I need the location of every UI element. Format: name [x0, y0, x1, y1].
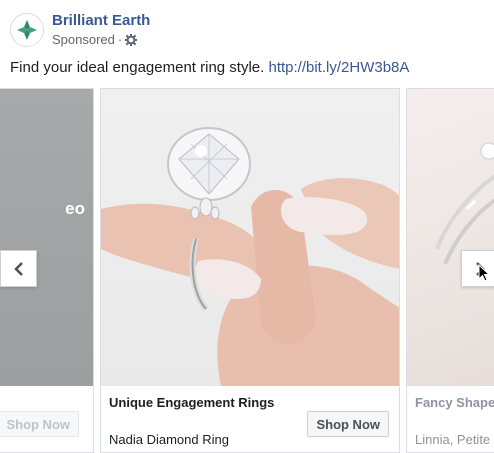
- gear-icon[interactable]: [125, 34, 138, 46]
- post-header: Brilliant Earth Sponsored ·: [10, 10, 150, 50]
- ring-photo: [435, 142, 494, 265]
- post-meta: Brilliant Earth Sponsored ·: [52, 12, 150, 48]
- card-footer: Unique Engagement Rings Shop Now Nadia D…: [101, 386, 399, 452]
- card-footer: Fancy Shape E Linnia, Petite C: [407, 386, 494, 452]
- brilliant-earth-logo-icon: [17, 20, 37, 40]
- card-image[interactable]: [101, 89, 399, 386]
- caption-text: Find your ideal engagement ring style.: [10, 59, 265, 76]
- chevron-left-icon: [13, 261, 23, 276]
- carousel-prev-button[interactable]: [0, 250, 37, 287]
- shop-now-button[interactable]: Shop Now: [307, 411, 389, 437]
- sponsored-row: Sponsored ·: [52, 32, 150, 48]
- caption-link[interactable]: http://bit.ly/2HW3b8A: [268, 59, 409, 76]
- card-subtitle: Linnia, Petite C: [415, 432, 494, 447]
- ring-photo: [101, 127, 399, 386]
- card-image[interactable]: [407, 89, 494, 386]
- diamond-shape: [167, 127, 251, 201]
- card-image[interactable]: eo: [0, 89, 93, 386]
- card-subtitle: Nadia Diamond Ring: [109, 432, 229, 447]
- separator-dot: ·: [117, 32, 123, 47]
- card-title[interactable]: Unique Engagement Rings: [109, 395, 274, 410]
- card-footer: Shop Now: [0, 386, 93, 452]
- carousel: eo Shop Now Unique Engagement Rings Shop…: [0, 88, 494, 453]
- card-overlay-text: eo: [65, 199, 85, 218]
- sponsored-label[interactable]: Sponsored: [52, 32, 115, 48]
- card-title[interactable]: Fancy Shape E: [415, 395, 494, 410]
- page-avatar[interactable]: [10, 13, 44, 47]
- mouse-pointer-icon: [478, 264, 490, 282]
- page-name[interactable]: Brilliant Earth: [52, 12, 150, 30]
- post-caption: Find your ideal engagement ring style. h…: [10, 58, 409, 78]
- shop-now-button[interactable]: Shop Now: [0, 411, 79, 437]
- carousel-card-current[interactable]: Unique Engagement Rings Shop Now Nadia D…: [100, 88, 400, 453]
